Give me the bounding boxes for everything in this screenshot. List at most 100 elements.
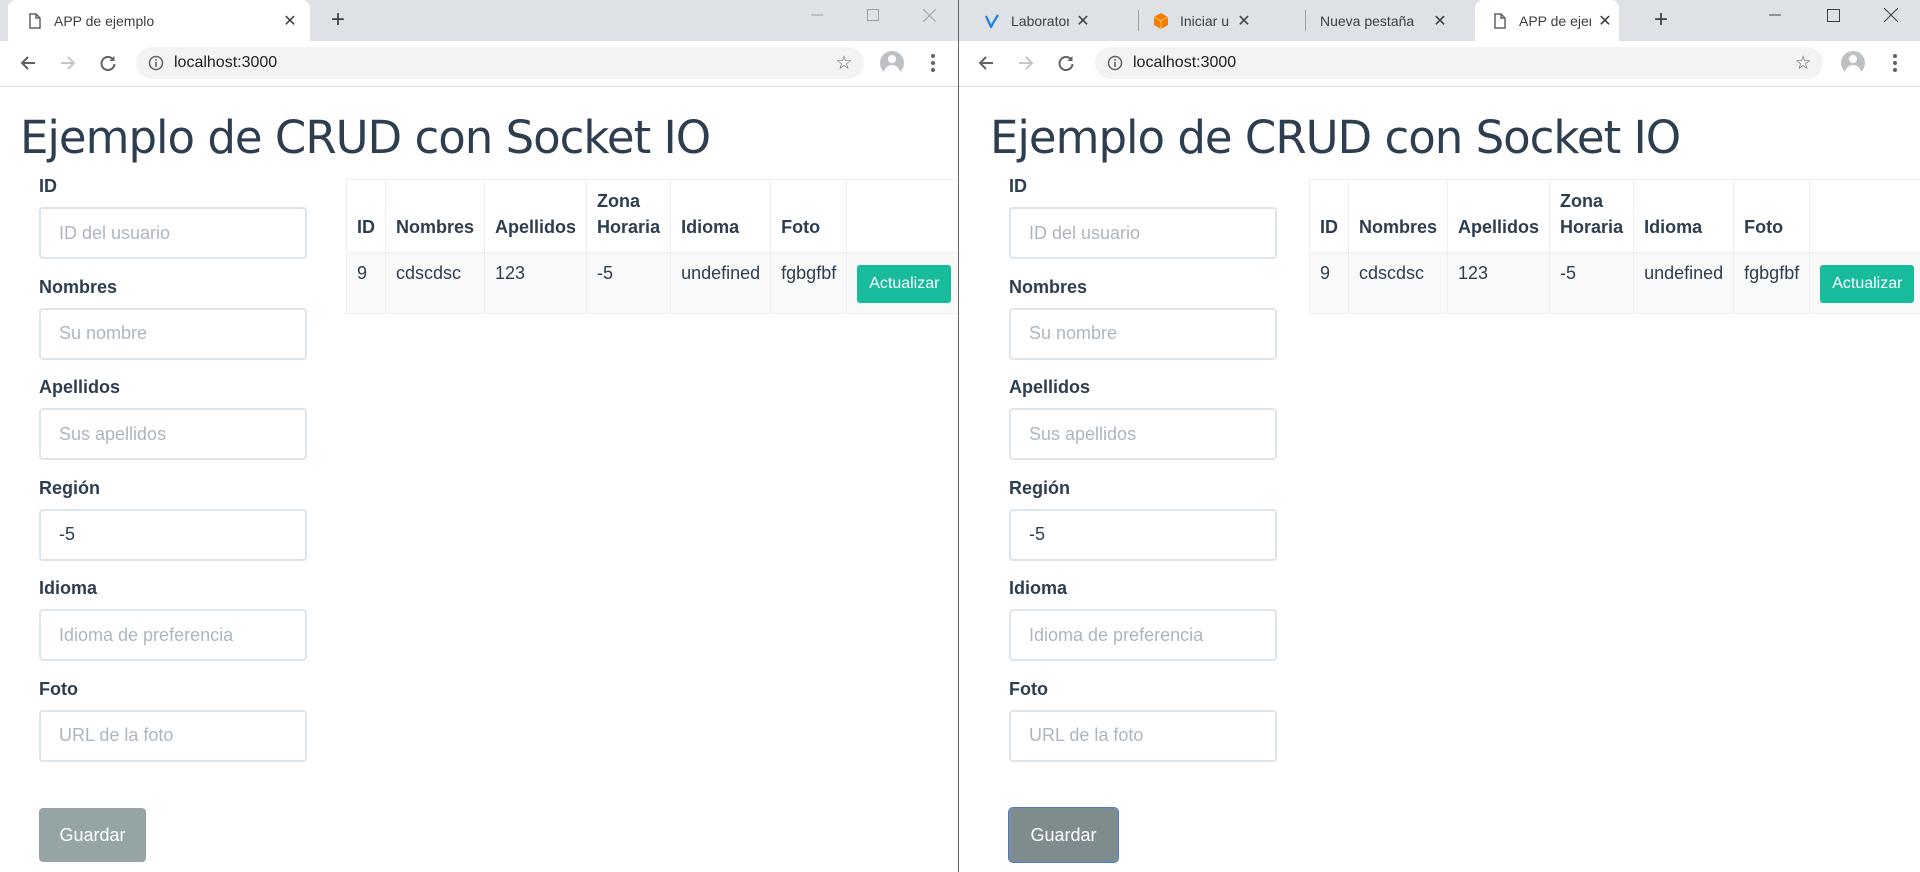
cell-foto: fgbgfbf xyxy=(770,252,848,314)
minimize-icon[interactable] xyxy=(1752,0,1798,30)
forward-icon[interactable] xyxy=(1012,49,1040,77)
update-button[interactable]: Actualizar xyxy=(1820,265,1915,303)
id-input[interactable] xyxy=(39,207,307,259)
star-icon[interactable]: ☆ xyxy=(834,53,854,74)
back-icon[interactable] xyxy=(972,49,1000,77)
field-label: ID xyxy=(39,176,57,196)
apellidos-input[interactable] xyxy=(39,408,307,460)
back-icon[interactable] xyxy=(14,49,42,77)
tab-strip: Laboratorio-C ✕ Iniciar una m ✕ Nueva pe… xyxy=(959,0,1920,41)
tab-separator xyxy=(1138,10,1139,31)
region-input[interactable] xyxy=(39,508,307,561)
tab-title: Iniciar una m xyxy=(1180,12,1230,29)
tab-title: Nueva pestaña xyxy=(1320,12,1415,29)
right-browser-window: Laboratorio-C ✕ Iniciar una m ✕ Nueva pe… xyxy=(959,0,1920,872)
new-tab-icon[interactable]: + xyxy=(324,6,352,34)
cell-apellidos: 123 xyxy=(1447,252,1551,314)
info-icon[interactable] xyxy=(148,55,164,71)
field-foto: Foto xyxy=(39,678,307,783)
nombres-input[interactable] xyxy=(1009,307,1277,360)
star-icon[interactable]: ☆ xyxy=(1793,53,1813,74)
tab-laboratorio[interactable]: Laboratorio-C ✕ xyxy=(983,0,1097,41)
maximize-icon[interactable] xyxy=(1810,0,1856,30)
region-input[interactable] xyxy=(1009,508,1277,561)
foto-input[interactable] xyxy=(1009,709,1277,762)
field-label: Nombres xyxy=(1009,276,1088,297)
minimize-icon[interactable] xyxy=(794,0,840,30)
column-header: ID xyxy=(1309,179,1349,253)
browser-toolbar: localhost:3000 ☆ xyxy=(0,41,958,87)
profile-icon[interactable] xyxy=(880,51,904,75)
field-label: Foto xyxy=(39,678,78,699)
window-close-icon[interactable] xyxy=(906,0,952,30)
cell-zona: -5 xyxy=(586,252,672,314)
close-icon[interactable]: ✕ xyxy=(1597,13,1613,30)
column-header: Nombres xyxy=(1347,179,1449,253)
foto-input[interactable] xyxy=(39,709,307,762)
field-id: ID xyxy=(39,175,307,280)
column-header: Foto xyxy=(1733,179,1811,253)
tab-title: APP de ejemp xyxy=(1519,12,1591,29)
page-content: Ejemplo de CRUD con Socket IO ID Nombres… xyxy=(959,87,1920,872)
page-title: Ejemplo de CRUD con Socket IO xyxy=(20,111,711,164)
table-header-row: ID Nombres Apellidos Zona Horaria Idioma… xyxy=(346,179,958,253)
column-header-actions xyxy=(846,179,958,253)
field-region: Región xyxy=(1009,477,1277,582)
profile-icon[interactable] xyxy=(1841,51,1865,75)
maximize-icon[interactable] xyxy=(850,0,896,30)
page-content: Ejemplo de CRUD con Socket IO ID Nombres… xyxy=(0,87,958,872)
new-tab-icon[interactable]: + xyxy=(1647,6,1675,34)
idioma-input[interactable] xyxy=(1009,609,1277,661)
field-label: Nombres xyxy=(39,276,118,297)
document-icon xyxy=(1491,12,1509,30)
users-table: ID Nombres Apellidos Zona Horaria Idioma… xyxy=(346,179,958,314)
user-form: ID Nombres Apellidos Región Idioma Foto xyxy=(1009,176,1277,783)
reload-icon[interactable] xyxy=(94,49,122,77)
apellidos-input[interactable] xyxy=(1009,408,1277,460)
menu-icon[interactable] xyxy=(923,51,943,75)
window-close-icon[interactable] xyxy=(1868,0,1914,30)
close-icon[interactable]: ✕ xyxy=(1236,13,1252,30)
tab-nueva-pestana[interactable]: Nueva pestaña ✕ xyxy=(1320,0,1448,41)
field-label: Región xyxy=(1009,477,1070,498)
menu-icon[interactable] xyxy=(1885,51,1905,75)
tab-iniciar[interactable]: Iniciar una m ✕ xyxy=(1152,0,1252,41)
field-apellidos: Apellidos xyxy=(1009,376,1277,481)
info-icon[interactable] xyxy=(1107,55,1123,71)
column-header: ID xyxy=(346,179,386,253)
close-icon[interactable]: ✕ xyxy=(1432,13,1448,30)
address-bar[interactable]: localhost:3000 ☆ xyxy=(1095,47,1823,79)
table-row: 9 cdscdsc 123 -5 undefined fgbgfbf Actua… xyxy=(1309,252,1920,314)
field-label: Idioma xyxy=(1009,578,1068,598)
forward-icon[interactable] xyxy=(54,49,82,77)
users-table: ID Nombres Apellidos Zona Horaria Idioma… xyxy=(1309,179,1920,314)
column-header: Zona Horaria xyxy=(586,179,672,253)
close-icon[interactable]: ✕ xyxy=(282,13,298,30)
cell-actions: Actualizar xyxy=(1809,252,1920,314)
field-label: Apellidos xyxy=(1009,377,1091,397)
id-input[interactable] xyxy=(1009,207,1277,259)
save-button[interactable]: Guardar xyxy=(1008,807,1119,863)
field-label: Región xyxy=(39,477,100,498)
cell-idioma: undefined xyxy=(670,252,772,314)
tab-app-de-ejemplo[interactable]: APP de ejemp ✕ xyxy=(1475,0,1619,41)
table-row: 9 cdscdsc 123 -5 undefined fgbgfbf Actua… xyxy=(346,252,958,314)
cell-foto: fgbgfbf xyxy=(1733,252,1811,314)
table-header-row: ID Nombres Apellidos Zona Horaria Idioma… xyxy=(1309,179,1920,253)
page-title: Ejemplo de CRUD con Socket IO xyxy=(990,111,1681,164)
column-header-actions xyxy=(1809,179,1920,253)
update-button[interactable]: Actualizar xyxy=(857,265,952,303)
idioma-input[interactable] xyxy=(39,609,307,661)
nombres-input[interactable] xyxy=(39,307,307,360)
field-label: Idioma xyxy=(39,578,98,598)
left-browser-window: APP de ejemplo ✕ + localhost:3000 ☆ Ejem… xyxy=(0,0,958,872)
reload-icon[interactable] xyxy=(1052,49,1080,77)
field-foto: Foto xyxy=(1009,678,1277,783)
close-icon[interactable]: ✕ xyxy=(1075,13,1091,30)
tab-app-de-ejemplo[interactable]: APP de ejemplo ✕ xyxy=(8,0,310,41)
browser-toolbar: localhost:3000 ☆ xyxy=(959,41,1920,87)
column-header: Zona Horaria xyxy=(1549,179,1635,253)
save-button[interactable]: Guardar xyxy=(39,808,146,862)
field-idioma: Idioma xyxy=(1009,577,1277,682)
address-bar[interactable]: localhost:3000 ☆ xyxy=(136,47,864,79)
